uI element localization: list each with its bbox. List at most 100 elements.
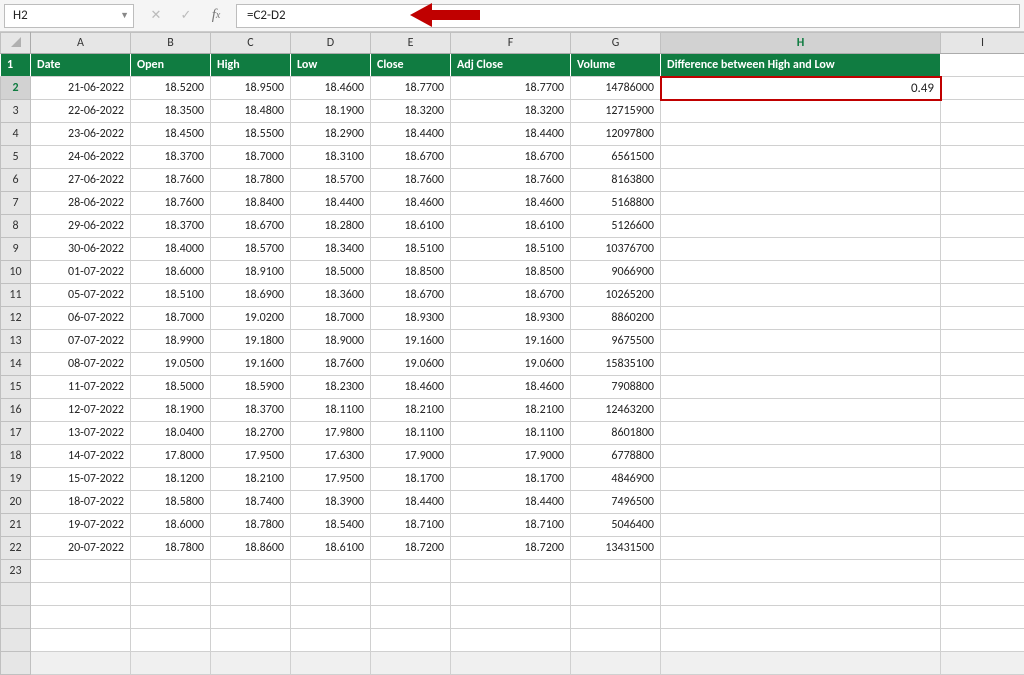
row-header[interactable]: 6 — [1, 169, 31, 192]
cell-volume[interactable]: 8163800 — [571, 169, 661, 192]
cell-close[interactable]: 18.2100 — [371, 399, 451, 422]
cell-low[interactable]: 18.2800 — [291, 215, 371, 238]
row-header[interactable] — [1, 629, 31, 652]
cell-date[interactable]: 30-06-2022 — [31, 238, 131, 261]
empty-cell[interactable] — [211, 652, 291, 675]
cell-open[interactable]: 18.6000 — [131, 514, 211, 537]
cell-diff[interactable] — [661, 169, 941, 192]
row-header[interactable]: 19 — [1, 468, 31, 491]
cell-volume[interactable]: 6561500 — [571, 146, 661, 169]
cell-volume[interactable]: 15835100 — [571, 353, 661, 376]
cell-high[interactable]: 18.6900 — [211, 284, 291, 307]
cell-open[interactable]: 18.7600 — [131, 169, 211, 192]
cell-date[interactable]: 05-07-2022 — [31, 284, 131, 307]
cell-high[interactable]: 18.3700 — [211, 399, 291, 422]
cell-adj-close[interactable]: 18.1700 — [451, 468, 571, 491]
cell-high[interactable]: 19.1600 — [211, 353, 291, 376]
cell-empty-i[interactable] — [941, 399, 1024, 422]
empty-cell[interactable] — [371, 629, 451, 652]
row-header[interactable]: 9 — [1, 238, 31, 261]
cell-open[interactable]: 18.4500 — [131, 123, 211, 146]
cell-volume[interactable] — [571, 560, 661, 583]
cell-high[interactable]: 18.2100 — [211, 468, 291, 491]
row-header[interactable]: 21 — [1, 514, 31, 537]
cell-volume[interactable]: 8601800 — [571, 422, 661, 445]
cell-empty-i[interactable] — [941, 468, 1024, 491]
cell-empty-i[interactable] — [941, 307, 1024, 330]
cell-adj-close[interactable]: 18.8500 — [451, 261, 571, 284]
cell-volume[interactable]: 9675500 — [571, 330, 661, 353]
cell-B1[interactable]: Open — [131, 54, 211, 77]
empty-cell[interactable] — [291, 629, 371, 652]
row-header[interactable]: 7 — [1, 192, 31, 215]
empty-cell[interactable] — [291, 583, 371, 606]
cell-diff[interactable] — [661, 146, 941, 169]
cell-adj-close[interactable]: 19.1600 — [451, 330, 571, 353]
empty-cell[interactable] — [291, 652, 371, 675]
spreadsheet-grid[interactable]: A B C D E F G H I 1DateOpenHighLowCloseA… — [0, 32, 1024, 652]
cell-empty-i[interactable] — [941, 284, 1024, 307]
row-header[interactable]: 2 — [1, 77, 31, 100]
cell-volume[interactable]: 5168800 — [571, 192, 661, 215]
cell-G1[interactable]: Volume — [571, 54, 661, 77]
cell-low[interactable]: 18.7600 — [291, 353, 371, 376]
cell-close[interactable]: 18.8500 — [371, 261, 451, 284]
cell-open[interactable]: 18.5000 — [131, 376, 211, 399]
cell-close[interactable]: 18.7100 — [371, 514, 451, 537]
cell-date[interactable]: 21-06-2022 — [31, 77, 131, 100]
empty-cell[interactable] — [571, 629, 661, 652]
col-header-d[interactable]: D — [291, 33, 371, 54]
cell-date[interactable]: 19-07-2022 — [31, 514, 131, 537]
cell-high[interactable]: 18.8600 — [211, 537, 291, 560]
cell-low[interactable]: 18.3900 — [291, 491, 371, 514]
cell-high[interactable]: 18.8400 — [211, 192, 291, 215]
cell-C1[interactable]: High — [211, 54, 291, 77]
cell-high[interactable]: 18.4800 — [211, 100, 291, 123]
cell-diff[interactable] — [661, 468, 941, 491]
cell-diff[interactable] — [661, 560, 941, 583]
row-header[interactable]: 3 — [1, 100, 31, 123]
cell-open[interactable]: 18.5800 — [131, 491, 211, 514]
cell-adj-close[interactable]: 18.4600 — [451, 376, 571, 399]
empty-cell[interactable] — [941, 606, 1024, 629]
cell-empty-i[interactable] — [941, 146, 1024, 169]
cell-low[interactable]: 18.5700 — [291, 169, 371, 192]
cell-diff[interactable] — [661, 376, 941, 399]
cell-adj-close[interactable]: 18.4400 — [451, 123, 571, 146]
row-header[interactable]: 20 — [1, 491, 31, 514]
cell-adj-close[interactable]: 18.7600 — [451, 169, 571, 192]
cell-adj-close[interactable]: 18.3200 — [451, 100, 571, 123]
row-header[interactable]: 14 — [1, 353, 31, 376]
cell-close[interactable]: 18.3200 — [371, 100, 451, 123]
empty-cell[interactable] — [211, 606, 291, 629]
cell-H1[interactable]: Difference between High and Low — [661, 54, 941, 77]
cell-adj-close[interactable]: 18.7200 — [451, 537, 571, 560]
chevron-down-icon[interactable]: ▼ — [120, 10, 129, 21]
cell-date[interactable]: 06-07-2022 — [31, 307, 131, 330]
select-all-corner[interactable] — [1, 33, 31, 54]
row-header[interactable]: 10 — [1, 261, 31, 284]
empty-cell[interactable] — [131, 583, 211, 606]
cell-close[interactable]: 18.1100 — [371, 422, 451, 445]
cell-low[interactable] — [291, 560, 371, 583]
cell-low[interactable]: 17.9500 — [291, 468, 371, 491]
cell-high[interactable] — [211, 560, 291, 583]
row-header[interactable]: 5 — [1, 146, 31, 169]
row-header[interactable]: 1 — [1, 54, 31, 77]
cell-open[interactable]: 17.8000 — [131, 445, 211, 468]
empty-cell[interactable] — [131, 606, 211, 629]
cell-empty-i[interactable] — [941, 215, 1024, 238]
cell-open[interactable]: 18.7600 — [131, 192, 211, 215]
cell-low[interactable]: 18.7000 — [291, 307, 371, 330]
cell-close[interactable] — [371, 560, 451, 583]
cell-volume[interactable]: 5046400 — [571, 514, 661, 537]
cell-h2-result[interactable]: 0.49 — [661, 77, 941, 100]
cell-high[interactable]: 18.5700 — [211, 238, 291, 261]
cell-high[interactable]: 19.0200 — [211, 307, 291, 330]
cell-adj-close[interactable]: 17.9000 — [451, 445, 571, 468]
cell-date[interactable]: 24-06-2022 — [31, 146, 131, 169]
cell-low[interactable]: 18.2300 — [291, 376, 371, 399]
cell-adj-close[interactable]: 18.2100 — [451, 399, 571, 422]
row-header[interactable]: 17 — [1, 422, 31, 445]
cell-open[interactable]: 18.0400 — [131, 422, 211, 445]
